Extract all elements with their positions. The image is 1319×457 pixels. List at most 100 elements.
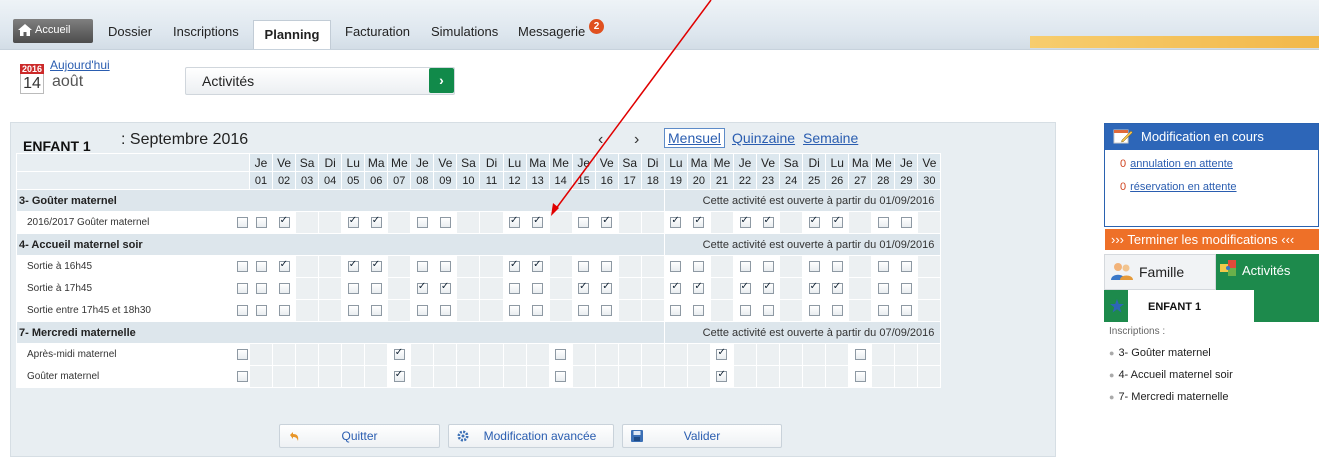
checkbox-checked[interactable] [808,281,820,295]
day-cell[interactable] [525,211,550,234]
checkbox-checked[interactable] [370,259,382,273]
day-cell[interactable] [825,277,850,300]
day-cell[interactable] [663,255,688,278]
checkbox-unchecked[interactable] [278,283,290,295]
day-cell[interactable] [732,255,758,278]
checkbox-checked[interactable] [601,215,613,229]
day-cell[interactable] [525,255,550,278]
day-cell[interactable] [525,299,550,322]
day-cell[interactable] [433,255,458,278]
finish-modifications-button[interactable]: ››› Terminer les modifications ‹‹‹ [1105,229,1319,250]
select-row-checkbox[interactable] [237,305,248,317]
checkbox-unchecked[interactable] [854,349,866,361]
checkbox-unchecked[interactable] [578,305,590,317]
checkbox-unchecked[interactable] [670,261,682,273]
day-cell[interactable] [709,343,734,366]
day-cell[interactable] [341,277,366,300]
select-row-checkbox[interactable] [237,261,248,273]
inscription-item[interactable]: ● 7- Mercredi maternelle [1109,391,1228,403]
day-cell[interactable] [663,299,688,322]
checkbox-checked[interactable] [716,369,728,383]
day-cell[interactable] [548,343,573,366]
checkbox-checked[interactable] [739,215,751,229]
checkbox-unchecked[interactable] [370,283,382,295]
checkbox-checked[interactable] [393,369,405,383]
checkbox-unchecked[interactable] [255,283,267,295]
day-cell[interactable] [410,277,435,300]
checkbox-unchecked[interactable] [532,305,544,317]
checkbox-checked[interactable] [532,259,544,273]
nav-tab-simulations[interactable]: Simulations [431,20,498,44]
checkbox-unchecked[interactable] [578,217,590,229]
day-cell[interactable] [686,299,711,322]
cancellations-pending-link[interactable]: 0 annulation en attente [1120,158,1233,170]
day-cell[interactable] [364,211,389,234]
nav-tab-messagerie[interactable]: Messagerie [518,20,585,44]
reservations-pending-link[interactable]: 0 réservation en attente [1120,181,1237,193]
day-cell[interactable] [410,255,435,278]
day-cell[interactable] [594,277,619,300]
checkbox-checked[interactable] [831,215,843,229]
checkbox-checked[interactable] [601,281,613,295]
checkbox-unchecked[interactable] [416,261,428,273]
day-cell[interactable] [871,299,896,322]
checkbox-checked[interactable] [693,281,705,295]
checkbox-unchecked[interactable] [831,261,843,273]
previous-month-button[interactable]: ‹ [598,131,603,149]
quit-button[interactable]: Quitter [279,424,440,448]
nav-tab-dossier[interactable]: Dossier [108,20,152,44]
day-cell[interactable] [525,277,550,300]
day-cell[interactable] [825,211,850,234]
day-cell[interactable] [756,277,781,300]
checkbox-checked[interactable] [393,347,405,361]
tab-family[interactable]: Famille [1104,254,1216,290]
day-cell[interactable] [894,255,919,278]
day-cell[interactable] [894,277,919,300]
day-cell[interactable] [548,365,573,388]
day-cell[interactable] [571,255,596,278]
day-cell[interactable] [571,211,596,234]
day-cell[interactable] [364,299,389,322]
day-cell[interactable] [364,277,389,300]
checkbox-unchecked[interactable] [555,349,567,361]
checkbox-unchecked[interactable] [739,305,751,317]
day-cell[interactable] [433,299,458,322]
checkbox-unchecked[interactable] [900,305,912,317]
day-cell[interactable] [686,255,711,278]
checkbox-unchecked[interactable] [877,217,889,229]
day-cell[interactable] [502,255,527,278]
checkbox-checked[interactable] [670,215,682,229]
inscription-item[interactable]: ● 3- Goûter maternel [1109,347,1211,359]
checkbox-unchecked[interactable] [255,217,267,229]
day-cell[interactable] [571,299,596,322]
day-cell[interactable] [364,255,389,278]
day-cell[interactable] [341,211,366,234]
day-cell[interactable] [502,211,527,234]
checkbox-checked[interactable] [370,215,382,229]
day-cell[interactable] [802,299,827,322]
checkbox-checked[interactable] [278,259,290,273]
checkbox-checked[interactable] [670,281,682,295]
next-month-button[interactable]: › [634,131,639,149]
day-cell[interactable] [387,365,412,388]
checkbox-checked[interactable] [509,215,521,229]
checkbox-unchecked[interactable] [877,283,889,295]
day-cell[interactable] [871,277,896,300]
checkbox-unchecked[interactable] [900,217,912,229]
day-cell[interactable] [594,299,619,322]
checkbox-checked[interactable] [739,281,751,295]
day-cell[interactable] [894,211,919,234]
checkbox-checked[interactable] [347,215,359,229]
checkbox-checked[interactable] [509,259,521,273]
day-cell[interactable] [571,277,596,300]
nav-tab-inscriptions[interactable]: Inscriptions [173,20,239,44]
checkbox-unchecked[interactable] [509,305,521,317]
day-cell[interactable] [686,211,711,234]
day-cell[interactable] [248,255,274,278]
checkbox-unchecked[interactable] [900,283,912,295]
day-cell[interactable] [848,365,873,388]
checkbox-unchecked[interactable] [877,305,889,317]
validate-button[interactable]: Valider [622,424,782,448]
day-cell[interactable] [433,277,458,300]
day-cell[interactable] [248,277,274,300]
